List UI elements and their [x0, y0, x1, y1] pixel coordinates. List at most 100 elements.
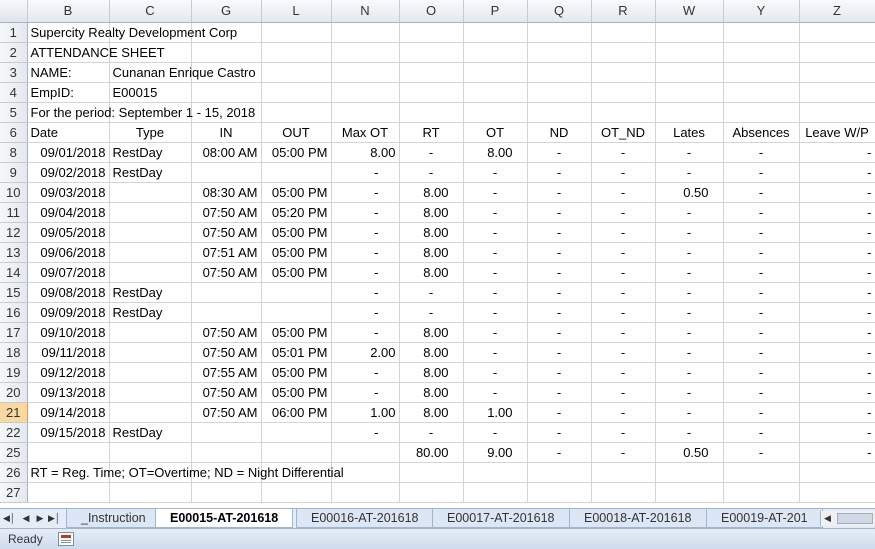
cell[interactable]	[463, 462, 528, 483]
cell[interactable]	[527, 82, 592, 103]
column-header[interactable]: Z	[799, 0, 875, 23]
leave-cell[interactable]: -	[799, 262, 875, 283]
ot-nd-cell[interactable]: -	[591, 202, 656, 223]
rt-cell[interactable]: 8.00	[399, 182, 464, 203]
ot-nd-cell[interactable]: -	[591, 422, 656, 443]
header-leave-wp[interactable]: Leave W/P	[799, 122, 875, 143]
max-ot-cell[interactable]: -	[331, 422, 400, 443]
nd-cell[interactable]: -	[527, 382, 592, 403]
type-cell[interactable]	[109, 262, 192, 283]
row-header[interactable]: 22	[0, 422, 28, 443]
cell[interactable]	[261, 482, 332, 503]
date-cell[interactable]: 09/03/2018	[27, 182, 110, 203]
column-header[interactable]: C	[109, 0, 192, 23]
ot-cell[interactable]: -	[463, 222, 528, 243]
rt-cell[interactable]: 8.00	[399, 262, 464, 283]
absences-cell[interactable]: -	[723, 302, 800, 323]
row-header[interactable]: 2	[0, 42, 28, 63]
nd-cell[interactable]: -	[527, 422, 592, 443]
rt-cell[interactable]: 8.00	[399, 382, 464, 403]
ot-nd-cell[interactable]: -	[591, 282, 656, 303]
max-ot-cell[interactable]: -	[331, 182, 400, 203]
max-ot-cell[interactable]: 8.00	[331, 142, 400, 163]
date-cell[interactable]: 09/08/2018	[27, 282, 110, 303]
out-cell[interactable]: 05:00 PM	[261, 362, 332, 383]
in-cell[interactable]: 07:51 AM	[191, 242, 262, 263]
cell[interactable]	[399, 482, 464, 503]
rt-cell[interactable]: 8.00	[399, 322, 464, 343]
absences-cell[interactable]: -	[723, 262, 800, 283]
company-name-cell[interactable]: Supercity Realty Development Corp	[27, 22, 237, 43]
ot-nd-cell[interactable]: -	[591, 222, 656, 243]
cell[interactable]	[261, 62, 332, 83]
cell[interactable]	[27, 482, 110, 503]
ot-nd-cell[interactable]: -	[591, 182, 656, 203]
out-cell[interactable]: 05:00 PM	[261, 242, 332, 263]
rt-cell[interactable]: -	[399, 142, 464, 163]
cell[interactable]	[109, 442, 192, 463]
sheet-tab[interactable]: E00018-AT-201618	[569, 509, 707, 528]
row-header[interactable]: 6	[0, 122, 28, 143]
cell[interactable]	[655, 102, 724, 123]
row-header[interactable]: 17	[0, 322, 28, 343]
out-cell[interactable]: 05:00 PM	[261, 322, 332, 343]
cell[interactable]	[331, 442, 400, 463]
header-max-ot[interactable]: Max OT	[331, 122, 400, 143]
lates-cell[interactable]: -	[655, 262, 724, 283]
date-cell[interactable]: 09/14/2018	[27, 402, 110, 423]
type-cell[interactable]	[109, 342, 192, 363]
cell[interactable]	[399, 82, 464, 103]
absences-cell[interactable]: -	[723, 142, 800, 163]
max-ot-cell[interactable]: -	[331, 322, 400, 343]
type-cell[interactable]	[109, 362, 192, 383]
rt-cell[interactable]: 8.00	[399, 362, 464, 383]
cell[interactable]	[799, 482, 875, 503]
in-cell[interactable]: 07:50 AM	[191, 342, 262, 363]
date-cell[interactable]: 09/01/2018	[27, 142, 110, 163]
date-cell[interactable]: 09/11/2018	[27, 342, 110, 363]
in-cell[interactable]: 07:50 AM	[191, 382, 262, 403]
row-header[interactable]: 25	[0, 442, 28, 463]
cell[interactable]	[527, 462, 592, 483]
max-ot-cell[interactable]: -	[331, 382, 400, 403]
type-cell[interactable]: RestDay	[109, 422, 192, 443]
row-header[interactable]: 16	[0, 302, 28, 323]
cell[interactable]	[331, 102, 400, 123]
cell[interactable]	[799, 42, 875, 63]
out-cell[interactable]	[261, 422, 332, 443]
absences-cell[interactable]: -	[723, 182, 800, 203]
leave-cell[interactable]: -	[799, 182, 875, 203]
total-rt-cell[interactable]: 80.00	[399, 441, 464, 463]
max-ot-cell[interactable]: -	[331, 362, 400, 383]
nd-cell[interactable]: -	[527, 282, 592, 303]
row-header[interactable]: 10	[0, 182, 28, 203]
cell[interactable]	[591, 102, 656, 123]
column-header[interactable]: W	[655, 0, 724, 23]
ot-nd-cell[interactable]: -	[591, 162, 656, 183]
total-absences-cell[interactable]: -	[723, 441, 800, 463]
rt-cell[interactable]: -	[399, 302, 464, 323]
out-cell[interactable]	[261, 302, 332, 323]
cell[interactable]	[527, 102, 592, 123]
cell[interactable]	[331, 482, 400, 503]
cell[interactable]	[399, 42, 464, 63]
header-absences[interactable]: Absences	[723, 122, 800, 143]
date-cell[interactable]: 09/09/2018	[27, 302, 110, 323]
ot-cell[interactable]: 1.00	[463, 402, 528, 423]
nd-cell[interactable]: -	[527, 322, 592, 343]
in-cell[interactable]: 07:50 AM	[191, 402, 262, 423]
sheet-tab[interactable]: _Instruction	[66, 509, 161, 528]
cell[interactable]	[655, 22, 724, 43]
out-cell[interactable]: 06:00 PM	[261, 402, 332, 423]
ot-nd-cell[interactable]: -	[591, 262, 656, 283]
leave-cell[interactable]: -	[799, 282, 875, 303]
out-cell[interactable]: 05:00 PM	[261, 142, 332, 163]
leave-cell[interactable]: -	[799, 382, 875, 403]
cell[interactable]	[399, 62, 464, 83]
sheet-tab-active[interactable]: E00015-AT-201618	[155, 509, 294, 528]
in-cell[interactable]	[191, 162, 262, 183]
row-header[interactable]: 18	[0, 342, 28, 363]
lates-cell[interactable]: -	[655, 402, 724, 423]
date-cell[interactable]: 09/04/2018	[27, 202, 110, 223]
row-header[interactable]: 3	[0, 62, 28, 83]
